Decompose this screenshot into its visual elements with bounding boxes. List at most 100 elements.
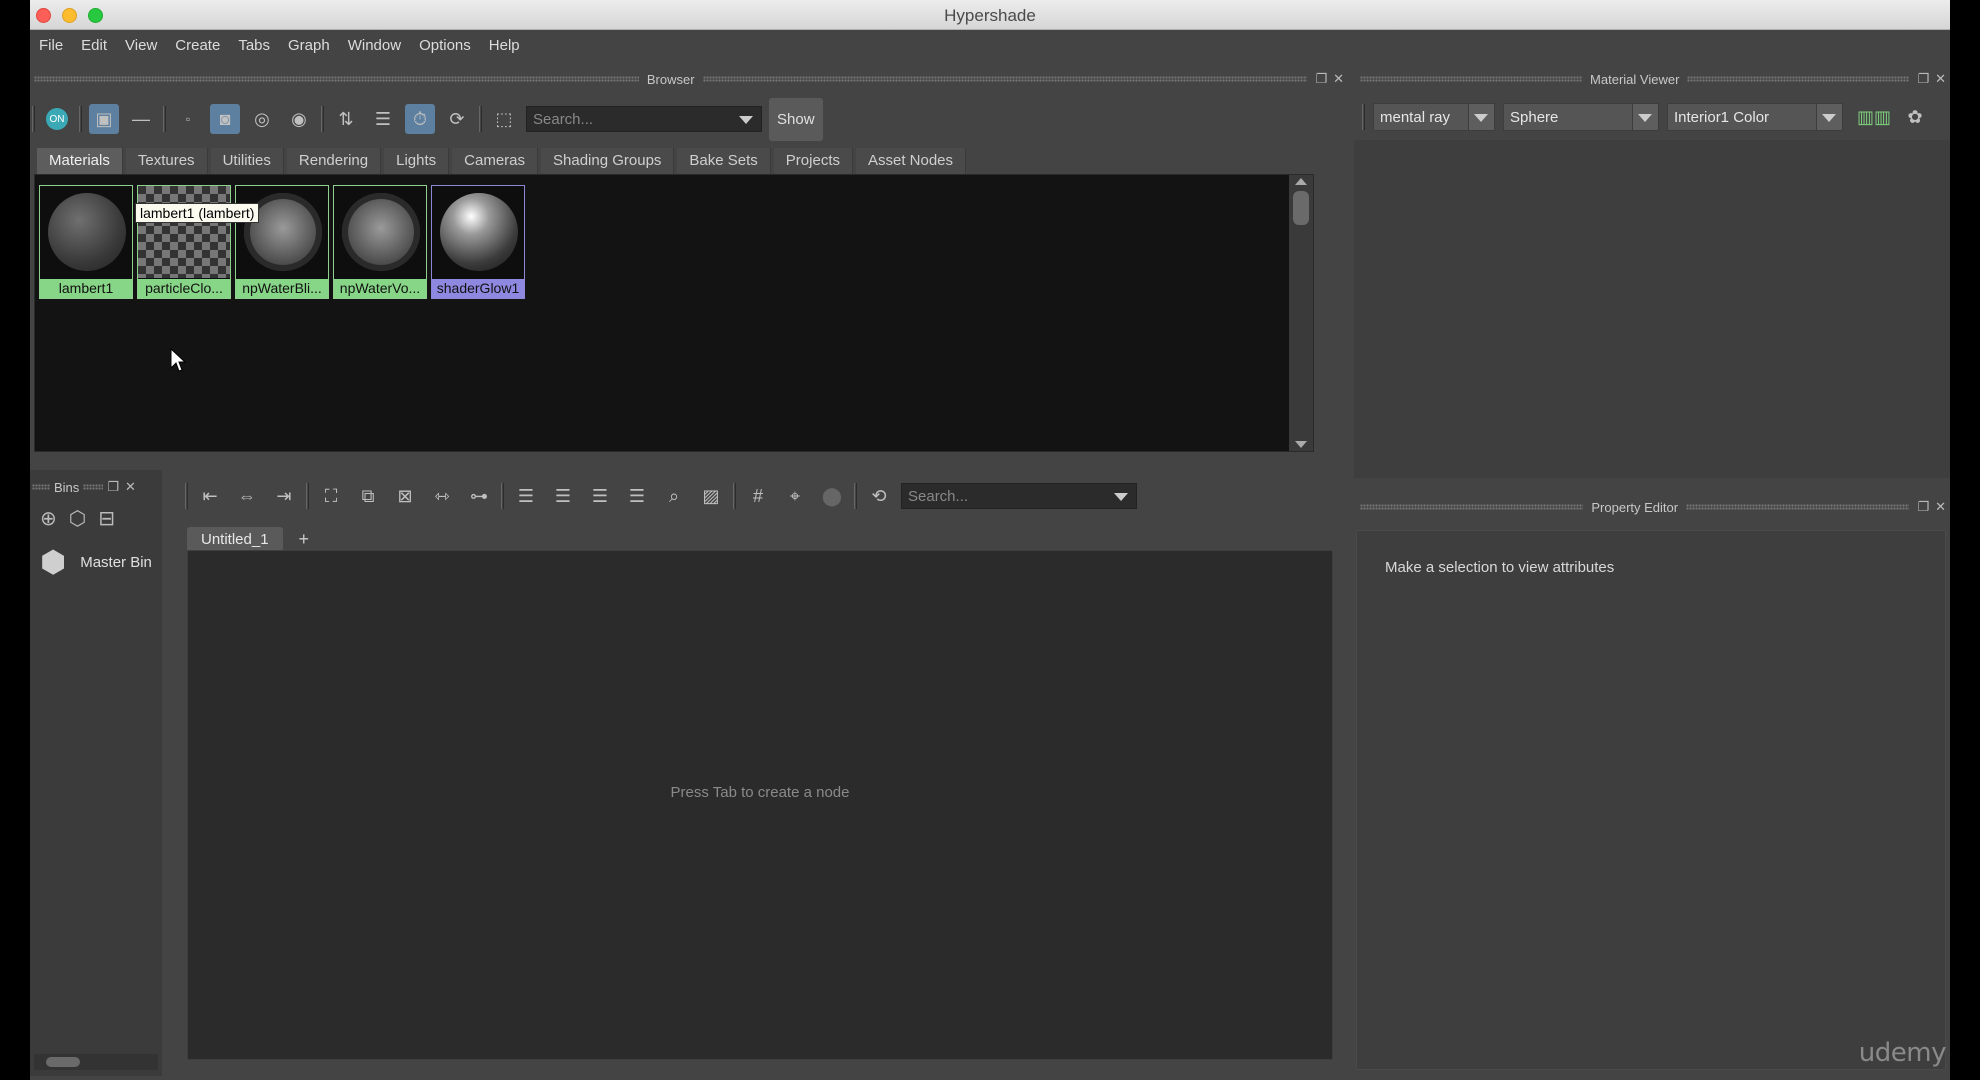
float-panel-icon[interactable]: ❐ — [1315, 71, 1327, 87]
tab-projects[interactable]: Projects — [773, 148, 853, 174]
browser-scrollbar[interactable] — [1289, 175, 1313, 451]
renderer-dropdown[interactable]: mental ray — [1373, 103, 1495, 131]
input-output-connections-icon[interactable]: ⇔ — [232, 481, 262, 511]
menu-options[interactable]: Options — [419, 37, 471, 54]
output-connections-icon[interactable]: ⇥ — [269, 481, 299, 511]
small-swatch-icon[interactable]: ▫ — [173, 104, 203, 134]
clear-graph-icon[interactable]: ⊠ — [390, 481, 420, 511]
float-panel-icon[interactable]: ❐ — [1917, 499, 1929, 515]
icons-view-icon[interactable]: ▣ — [89, 104, 119, 134]
tab-asset-nodes[interactable]: Asset Nodes — [855, 148, 967, 174]
frame-all-icon[interactable]: ⛶ — [316, 481, 346, 511]
menu-graph[interactable]: Graph — [288, 37, 330, 54]
reverse-order-icon[interactable]: ⟳ — [442, 104, 472, 134]
exposure-icon[interactable]: ▥▥ — [1851, 102, 1897, 132]
panel-grip[interactable] — [1360, 504, 1584, 510]
tab-untitled-1[interactable]: Untitled_1 — [187, 527, 283, 552]
node-editor-canvas[interactable]: Press Tab to create a node — [187, 550, 1333, 1060]
scroll-up-icon[interactable] — [1295, 178, 1307, 185]
create-bin-icon[interactable]: ⊕ — [40, 506, 57, 531]
menu-file[interactable]: File — [39, 37, 63, 54]
scrollbar-thumb[interactable] — [1293, 191, 1309, 225]
material-swatch-selected[interactable]: shaderGlow1 — [431, 185, 525, 299]
tab-utilities[interactable]: Utilities — [210, 148, 284, 174]
environment-dropdown[interactable]: Interior1 Color — [1667, 103, 1843, 131]
close-panel-icon[interactable]: ✕ — [1333, 71, 1344, 87]
toolbar-separator — [79, 106, 82, 132]
remove-from-bin-icon[interactable]: ⊟ — [98, 506, 115, 531]
chevron-down-icon[interactable] — [739, 116, 753, 124]
rearrange-graph-icon[interactable]: ⇿ — [427, 481, 457, 511]
panel-grip[interactable] — [32, 484, 50, 490]
menu-window[interactable]: Window — [348, 37, 401, 54]
close-panel-icon[interactable]: ✕ — [125, 479, 136, 495]
chevron-down-icon[interactable] — [1114, 493, 1128, 501]
sort-by-time-icon[interactable]: ⏱ — [405, 104, 435, 134]
float-panel-icon[interactable]: ❐ — [107, 479, 119, 495]
tab-cameras[interactable]: Cameras — [452, 148, 539, 174]
bins-horizontal-scrollbar[interactable] — [34, 1054, 158, 1070]
simple-mode-icon[interactable]: ☰ — [511, 481, 541, 511]
material-viewer-area[interactable] — [1354, 140, 1950, 478]
close-panel-icon[interactable]: ✕ — [1935, 499, 1946, 515]
panel-grip[interactable] — [1360, 76, 1583, 82]
snap-to-grid-icon[interactable]: ⌖ — [780, 481, 810, 511]
xlarge-swatch-icon[interactable]: ◉ — [284, 104, 314, 134]
tab-bake-sets[interactable]: Bake Sets — [677, 148, 771, 174]
menu-edit[interactable]: Edit — [81, 37, 107, 54]
browser-search-input[interactable]: Search... — [526, 106, 762, 132]
scroll-down-icon[interactable] — [1295, 441, 1307, 448]
connected-mode-icon[interactable]: ☰ — [548, 481, 578, 511]
tab-textures[interactable]: Textures — [125, 148, 208, 174]
grid-icon[interactable]: # — [743, 481, 773, 511]
toolbar-separator — [1362, 104, 1365, 130]
panel-grip[interactable] — [34, 76, 639, 82]
add-to-bin-icon[interactable]: ⬡ — [69, 506, 86, 531]
menu-create[interactable]: Create — [175, 37, 220, 54]
chevron-down-icon[interactable] — [1638, 114, 1652, 122]
swatch-toggle-on-icon[interactable]: ON — [42, 104, 72, 134]
panel-grip[interactable] — [83, 484, 104, 490]
add-tab-button[interactable]: + — [293, 529, 316, 550]
reload-icon[interactable]: ⟲ — [864, 481, 894, 511]
close-panel-icon[interactable]: ✕ — [1935, 71, 1946, 87]
material-swatch[interactable]: lambert1 — [39, 185, 133, 299]
material-swatch[interactable]: npWaterVo... — [333, 185, 427, 299]
tab-shading-groups[interactable]: Shading Groups — [541, 148, 675, 174]
menu-tabs[interactable]: Tabs — [238, 37, 270, 54]
tab-lights[interactable]: Lights — [384, 148, 450, 174]
full-mode-icon[interactable]: ☰ — [585, 481, 615, 511]
render-settings-icon[interactable]: ✿ — [1905, 102, 1925, 132]
chevron-down-icon[interactable] — [1474, 114, 1488, 122]
tab-rendering[interactable]: Rendering — [286, 148, 382, 174]
input-connections-icon[interactable]: ⇤ — [195, 481, 225, 511]
show-button[interactable]: Show — [769, 97, 823, 141]
panel-grip[interactable] — [1687, 76, 1910, 82]
swatch-toggle-icon[interactable]: ▨ — [696, 481, 726, 511]
menu-view[interactable]: View — [125, 37, 157, 54]
chevron-down-icon[interactable] — [1822, 114, 1836, 122]
panel-grip[interactable] — [702, 76, 1308, 82]
master-bin-item[interactable]: ⬢ Master Bin — [30, 531, 162, 580]
list-view-icon[interactable]: — — [126, 104, 156, 134]
panel-grip[interactable] — [1686, 504, 1910, 510]
graph-layout-icon[interactable]: ⊶ — [464, 481, 494, 511]
menu-help[interactable]: Help — [489, 37, 520, 54]
pin-icon[interactable]: ⬤ — [817, 481, 847, 511]
material-browser-area[interactable]: lambert1 particleClo... npWaterBli... np… — [34, 174, 1314, 452]
frame-selected-icon[interactable]: ⧉ — [353, 481, 383, 511]
tab-materials[interactable]: Materials — [37, 148, 123, 174]
scrollbar-thumb[interactable] — [46, 1057, 80, 1067]
medium-swatch-icon[interactable]: ◙ — [210, 104, 240, 134]
float-panel-icon[interactable]: ❐ — [1917, 71, 1929, 87]
sort-by-name-icon[interactable]: ⇅ — [331, 104, 361, 134]
sort-by-type-icon[interactable]: ☰ — [368, 104, 398, 134]
large-swatch-icon[interactable]: ◎ — [247, 104, 277, 134]
toolbar-separator — [733, 483, 736, 509]
toolbar-separator — [321, 106, 324, 132]
filter-icon[interactable]: ⬚ — [489, 104, 519, 134]
search-icon[interactable]: ⌕ — [659, 481, 689, 511]
custom-mode-icon[interactable]: ☰ — [622, 481, 652, 511]
node-search-input[interactable]: Search... — [901, 483, 1137, 509]
shape-dropdown[interactable]: Sphere — [1503, 103, 1659, 131]
